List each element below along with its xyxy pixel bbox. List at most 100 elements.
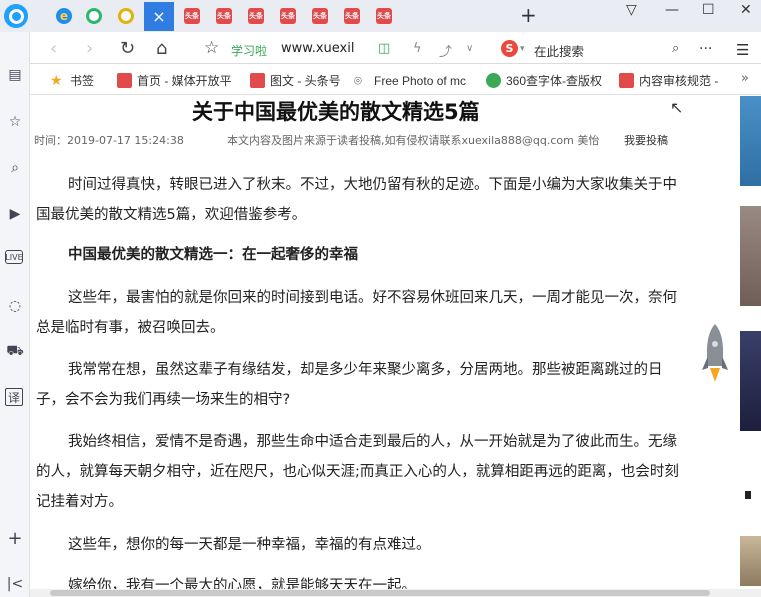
browser-logo-icon[interactable] — [4, 4, 28, 28]
article-paragraph: 这些年，最害怕的就是你回来的时间接到电话。好不容易休班回来几天，一周才能见一次，… — [36, 290, 677, 336]
tab-active[interactable]: × — [144, 2, 174, 31]
tab-toutiao[interactable]: 头条 — [242, 3, 270, 29]
green-ring-icon — [86, 8, 102, 24]
scrollbar-thumb[interactable] — [50, 590, 710, 596]
refresh-button[interactable]: ↻ — [120, 38, 135, 59]
toutiao-icon: 头条 — [344, 8, 360, 24]
tab-green[interactable] — [80, 3, 108, 29]
collapse-icon[interactable]: |< — [5, 574, 25, 594]
search-icon[interactable]: ⌕ — [672, 41, 679, 56]
home-button[interactable]: ⌂ — [156, 38, 167, 59]
sidebar: ▤ ☆ ⌕ ▶ LIVE ◌ ⛟ 译 + |< — [0, 32, 30, 597]
tab-yellow[interactable] — [112, 3, 140, 29]
star-icon[interactable]: ☆ — [5, 112, 25, 132]
more-button[interactable]: ··· — [699, 41, 712, 57]
submit-link[interactable]: 我要投稿 — [624, 132, 668, 148]
toutiao-icon: 头条 — [216, 8, 232, 24]
bookmark-label: 内容审核规范 - — [639, 74, 719, 88]
article-paragraph: 嫁给你，我有一个最大的心愿，就是能够天天在一起。 — [68, 578, 416, 589]
yellow-ring-icon — [118, 8, 134, 24]
360-icon — [486, 73, 501, 88]
ad-mark — [745, 491, 751, 499]
horizontal-scrollbar[interactable] — [30, 589, 761, 597]
rocket-back-to-top-icon[interactable] — [700, 322, 730, 388]
bookmark-label: 图文 - 头条号 — [270, 74, 341, 88]
url-input[interactable]: www.xuexil — [281, 41, 354, 56]
close-tab-icon[interactable]: × — [152, 7, 165, 26]
minimize-button[interactable]: — — [665, 2, 679, 18]
news-icon[interactable]: ▤ — [5, 65, 25, 85]
tab-toutiao[interactable]: 头条 — [338, 3, 366, 29]
star-icon: ★ — [50, 72, 63, 88]
section-heading: 中国最优美的散文精选一：在一起奢侈的幸福 — [68, 247, 358, 263]
toutiao-icon — [250, 73, 265, 88]
publish-time: 时间：2019-07-17 15:24:38 — [34, 134, 184, 147]
toutiao-icon: 头条 — [376, 8, 392, 24]
ad-image[interactable] — [740, 331, 761, 431]
lightning-icon[interactable]: ϟ — [413, 41, 422, 56]
toutiao-icon: 头条 — [184, 8, 200, 24]
add-icon[interactable]: + — [5, 528, 25, 549]
toutiao-icon: 头条 — [312, 8, 328, 24]
ie-icon: e — [56, 8, 72, 24]
reader-icon[interactable]: ◫ — [378, 41, 390, 56]
search-icon[interactable]: ⌕ — [5, 158, 25, 178]
bookmark-item[interactable]: 内容审核规范 - — [619, 72, 733, 89]
share-icon[interactable]: ⤴ — [439, 41, 452, 60]
mouse-cursor-icon: ↖ — [670, 98, 684, 117]
forward-button[interactable]: › — [86, 38, 93, 59]
side-ad-strip — [739, 96, 761, 589]
new-tab-button[interactable]: + — [520, 3, 537, 27]
bookmark-item[interactable]: 图文 - 头条号 — [250, 72, 350, 89]
article-paragraph: 时间过得真快，转眼已进入了秋末。不过，大地仍留有秋的足迹。下面是小编为大家收集关… — [36, 177, 677, 223]
address-bar: ‹ › ↻ ⌂ ☆ 学习啦 www.xuexil ◫ ϟ ⤴ ∨ S ▾ 在此搜… — [30, 32, 761, 64]
tab-toutiao[interactable]: 头条 — [210, 3, 238, 29]
shirt-skin-icon[interactable]: ▽ — [626, 2, 637, 18]
ad-image[interactable] — [740, 206, 761, 306]
favorite-star-icon[interactable]: ☆ — [204, 38, 219, 58]
video-icon[interactable]: ▶ — [5, 204, 25, 224]
bookmark-label: 书签 — [70, 74, 95, 88]
bookmark-item[interactable]: ⌾ Free Photo of mc — [354, 72, 476, 89]
live-icon[interactable]: LIVE — [5, 250, 23, 264]
ad-image[interactable] — [740, 536, 761, 586]
bookmark-label: 360查字体-查版权 — [506, 74, 603, 88]
search-input[interactable]: 在此搜索 — [534, 41, 584, 60]
bookmark-item[interactable]: 首页 - 媒体开放平 — [117, 72, 235, 89]
article-paragraph: 我常常在想，虽然这辈子有缘结发，却是多少年来聚少离多，分居两地。那些被距离跳过的… — [36, 362, 663, 408]
article-paragraph: 我始终相信，爱情不是奇遇，那些生命中适合走到最后的人，从一开始就是为了彼此而生。… — [36, 434, 679, 510]
cart-icon[interactable]: ⛟ — [5, 342, 25, 362]
tab-toutiao[interactable]: 头条 — [274, 3, 302, 29]
page-content: 关于中国最优美的散文精选5篇 时间：2019-07-17 15:24:38 本文… — [30, 96, 739, 589]
translate-icon[interactable]: 译 — [5, 388, 23, 406]
toutiao-icon — [117, 73, 132, 88]
article-paragraph: 这些年，想你的每一天都是一种幸福，幸福的有点难过。 — [68, 537, 431, 553]
camera-icon: ⌾ — [354, 73, 362, 88]
tab-ie[interactable]: e — [50, 3, 78, 29]
ad-image[interactable] — [740, 96, 761, 186]
bookmarks-bar: ★ 书签 首页 - 媒体开放平 图文 - 头条号 ⌾ Free Photo of… — [30, 65, 761, 95]
tab-toutiao[interactable]: 头条 — [178, 3, 206, 29]
engine-dropdown-icon[interactable]: ▾ — [520, 44, 525, 54]
chat-icon[interactable]: ◌ — [5, 296, 25, 316]
bookmark-folder[interactable]: ★ 书签 — [50, 72, 110, 89]
toutiao-icon — [619, 73, 634, 88]
menu-button[interactable]: ☰ — [736, 41, 749, 59]
site-name: 学习啦 — [231, 44, 268, 58]
back-button[interactable]: ‹ — [50, 38, 57, 59]
tab-bar: e × 头条 头条 头条 头条 头条 头条 头条 + ▽ — ☐ ✕ — [0, 0, 761, 32]
page-title: 关于中国最优美的散文精选5篇 — [192, 100, 480, 124]
bookmark-item[interactable]: 360查字体-查版权 — [486, 72, 608, 89]
close-window-button[interactable]: ✕ — [740, 2, 752, 18]
maximize-button[interactable]: ☐ — [702, 2, 715, 18]
chevron-down-icon[interactable]: ∨ — [466, 43, 473, 54]
search-engine-icon[interactable]: S — [501, 40, 518, 57]
tab-toutiao[interactable]: 头条 — [306, 3, 334, 29]
copyright-notice: 本文内容及图片来源于读者投稿,如有侵权请联系xuexila888@qq.com … — [227, 134, 600, 147]
bookmark-label: 首页 - 媒体开放平 — [137, 74, 232, 88]
toutiao-icon: 头条 — [280, 8, 296, 24]
bookmark-label: Free Photo of mc — [374, 73, 467, 88]
bookmarks-overflow-button[interactable]: » — [741, 71, 749, 86]
tab-toutiao[interactable]: 头条 — [370, 3, 398, 29]
toutiao-icon: 头条 — [248, 8, 264, 24]
